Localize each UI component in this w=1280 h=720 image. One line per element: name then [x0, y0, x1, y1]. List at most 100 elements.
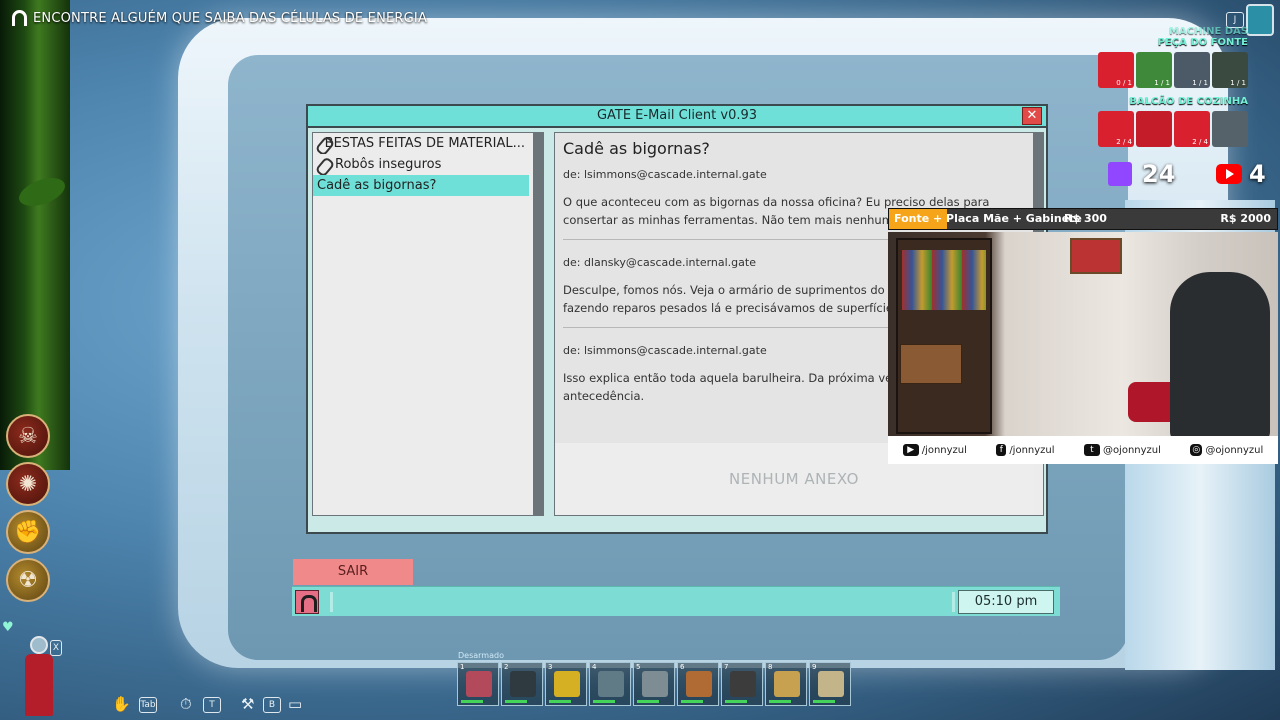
webcam-chair — [1170, 272, 1270, 436]
hotbar-slot[interactable]: 1 — [457, 662, 499, 706]
inventory-icon[interactable]: ✋ — [112, 695, 131, 713]
window-titlebar[interactable]: GATE E-Mail Client v0.93 ✕ — [308, 106, 1046, 128]
taskbar-clock: 05:10 pm — [958, 590, 1054, 614]
hotbar-slot[interactable]: 8 — [765, 662, 807, 706]
exit-button[interactable]: SAIR — [293, 559, 413, 585]
goal-current: R$ 300 — [1064, 212, 1107, 225]
email-list: BESTAS FEITAS DE MATERIAL... Robôs inseg… — [312, 132, 544, 516]
hotbar-item-icon — [774, 671, 800, 697]
close-button[interactable]: ✕ — [1022, 107, 1042, 125]
craft-item — [1212, 111, 1248, 147]
craft-item: 2 / 4 — [1098, 111, 1134, 147]
craft-item: 2 / 4 — [1174, 111, 1210, 147]
taskbar-divider — [330, 592, 333, 612]
paperclip-icon — [317, 157, 332, 172]
email-list-scrollbar[interactable] — [533, 133, 543, 515]
craft-item — [1136, 111, 1172, 147]
message-divider — [563, 327, 893, 328]
hotbar-item-icon — [730, 671, 756, 697]
crafting-tracker: MACHINE DAS PEÇA DO FONTE 0 / 1 1 / 1 1 … — [1098, 26, 1248, 147]
clock-icon[interactable]: ⏱ — [180, 695, 198, 713]
hotbar-slot-number: 9 — [812, 663, 817, 671]
email-sender: de: lsimmons@cascade.internal.gate — [563, 168, 767, 181]
hotbar-slot-number: 8 — [768, 663, 773, 671]
os-taskbar: 05:10 pm — [292, 586, 1060, 616]
social-facebook: f /jonnyzul — [996, 444, 1055, 456]
hotbar-item-icon — [642, 671, 668, 697]
durability-bar — [769, 700, 791, 703]
hotbar-slot[interactable]: 7 — [721, 662, 763, 706]
durability-bar — [505, 700, 527, 703]
key-badge-b: B — [263, 697, 281, 713]
durability-bar — [813, 700, 835, 703]
player-head — [30, 636, 48, 654]
hotbar-slot[interactable]: 6 — [677, 662, 719, 706]
hotbar-slot[interactable]: 2 — [501, 662, 543, 706]
key-badge-tab: Tab — [139, 697, 157, 713]
webcam-picture-frame — [1070, 238, 1122, 274]
start-menu-icon[interactable] — [295, 590, 319, 614]
craft-item: 1 / 1 — [1174, 52, 1210, 88]
durability-bar — [549, 700, 571, 703]
instagram-icon: ◎ — [1190, 444, 1203, 456]
email-list-item-selected[interactable]: Cadê as bigornas? — [313, 175, 529, 196]
plant-decoration — [0, 0, 70, 470]
radiation-icon: ☢ — [6, 558, 50, 602]
hotbar-label: Desarmado — [458, 651, 504, 660]
webcam-drawer — [900, 344, 962, 384]
durability-bar — [461, 700, 483, 703]
message-divider — [563, 239, 893, 240]
crafting-title: BALCÃO DE COZINHA — [1129, 96, 1248, 107]
burst-icon: ✺ — [6, 462, 50, 506]
craft-count: 1 / 1 — [1154, 79, 1170, 87]
hotbar-slot-number: 2 — [504, 663, 509, 671]
hotbar-slot-number: 4 — [592, 663, 597, 671]
crafting-row: 2 / 4 2 / 4 — [1098, 111, 1248, 147]
email-list-item[interactable]: Robôs inseguros — [313, 154, 529, 175]
paperclip-icon — [317, 136, 322, 151]
durability-bar — [593, 700, 615, 703]
hotbar-slot[interactable]: 4 — [589, 662, 631, 706]
close-icon: ✕ — [1026, 108, 1038, 123]
email-subject: Cadê as bigornas? — [563, 139, 710, 158]
window-title: GATE E-Mail Client v0.93 — [596, 108, 758, 123]
craft-item: 1 / 1 — [1212, 52, 1248, 88]
crafting-top-label: MACHINE DAS — [1168, 26, 1248, 37]
hotbar-slot-number: 1 — [460, 663, 465, 671]
social-links-bar: ▶ /jonnyzul f /jonnyzul t @ojonnyzul ◎ @… — [888, 436, 1278, 464]
social-twitter: t @ojonnyzul — [1083, 444, 1161, 456]
hotbar-item-icon — [554, 671, 580, 697]
strength-icon: ✊ — [6, 510, 50, 554]
twitch-icon — [1108, 162, 1132, 186]
objective-banner: ENCONTRE ALGUÉM QUE SAIBA DAS CÉLULAS DE… — [12, 10, 427, 26]
durability-bar — [725, 700, 747, 703]
craft-count: 2 / 4 — [1116, 138, 1132, 146]
objective-text: ENCONTRE ALGUÉM QUE SAIBA DAS CÉLULAS DE… — [33, 10, 428, 26]
taskbar-divider — [952, 592, 955, 612]
gate-logo-icon — [12, 10, 27, 26]
facebook-icon: f — [996, 444, 1007, 456]
hotbar-slot[interactable]: 5 — [633, 662, 675, 706]
build-icon[interactable]: ⚒ — [241, 695, 259, 713]
hotbar-slot[interactable]: 3 — [545, 662, 587, 706]
durability-bar — [681, 700, 703, 703]
skull-icon: ☠ — [6, 414, 50, 458]
pda-icon[interactable]: ▭ — [288, 695, 314, 713]
hotbar-slot-number: 7 — [724, 663, 729, 671]
crafting-title: PEÇA DO FONTE — [1157, 37, 1248, 48]
hotbar-slot[interactable]: 9 — [809, 662, 851, 706]
hotbar-slot-number: 5 — [636, 663, 641, 671]
email-list-item[interactable]: BESTAS FEITAS DE MATERIAL... — [313, 133, 529, 154]
webcam-shelf — [896, 238, 992, 434]
crafting-row: 0 / 1 1 / 1 1 / 1 1 / 1 — [1098, 52, 1248, 88]
hotbar-item-icon — [510, 671, 536, 697]
craft-count: 2 / 4 — [1192, 138, 1208, 146]
youtube-icon — [1216, 164, 1242, 184]
donation-goal-bar: Fonte + Placa Mãe + Gabinete R$ 300 R$ 2… — [888, 208, 1278, 230]
social-youtube: ▶ /jonnyzul — [902, 444, 967, 456]
durability-bar — [637, 700, 659, 703]
hotbar-item-icon — [598, 671, 624, 697]
twitter-icon: t — [1083, 444, 1100, 456]
youtube-viewer-count: 4 — [1249, 160, 1266, 188]
heart-icon: ♥ — [2, 620, 14, 635]
